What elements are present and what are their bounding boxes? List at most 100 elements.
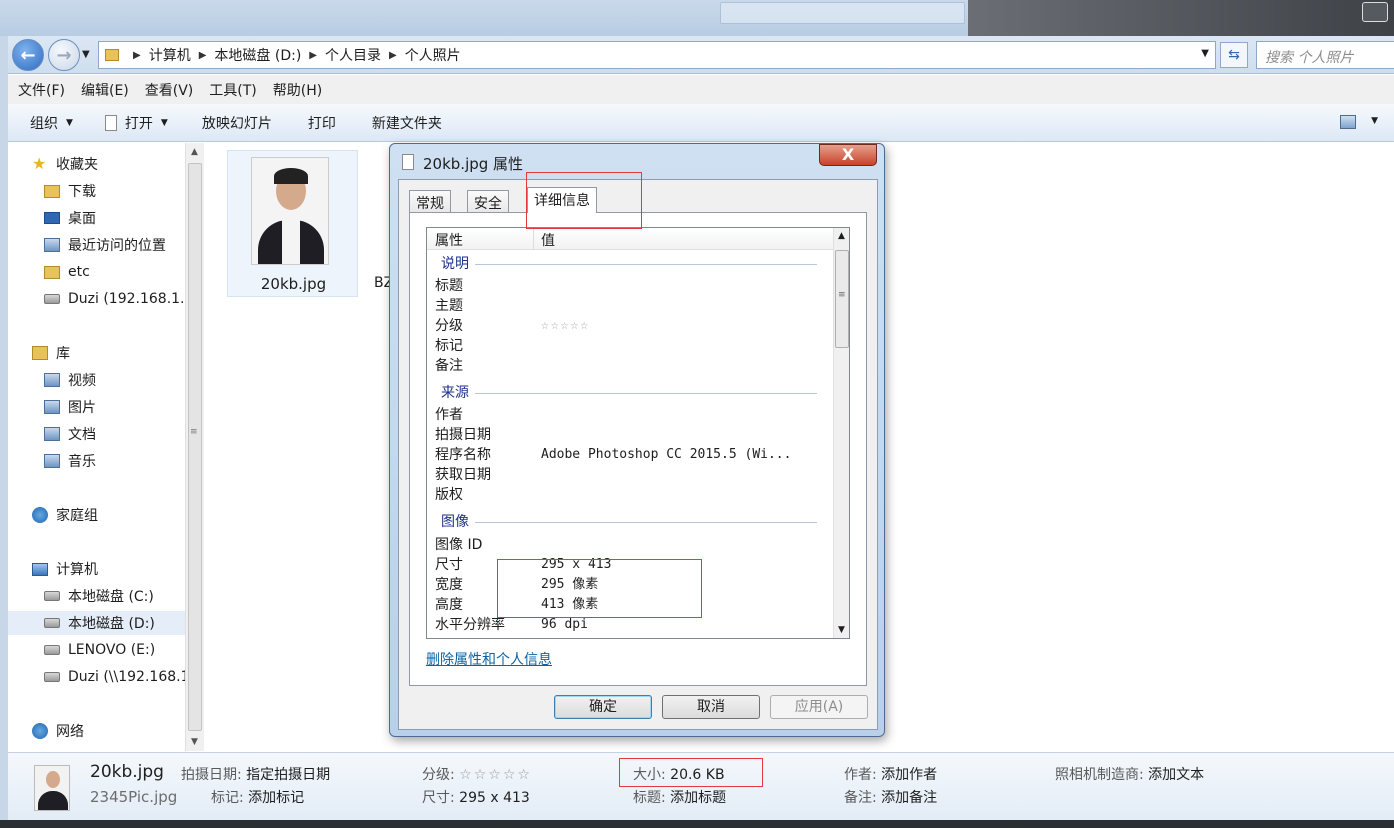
property-list-scrollbar[interactable]: ▲ ≡ ▼ xyxy=(833,228,849,638)
row-title[interactable]: 标题 xyxy=(435,276,463,296)
network-drive-icon xyxy=(44,672,60,682)
scroll-up-icon[interactable]: ▲ xyxy=(191,147,198,157)
sidebar-item-favorites[interactable]: ★ 收藏夹 xyxy=(32,152,209,176)
new-folder-button[interactable]: 新建文件夹 xyxy=(372,113,442,133)
details-author-value[interactable]: 添加作者 xyxy=(881,767,937,783)
scroll-down-icon[interactable]: ▼ xyxy=(838,625,845,635)
row-rating[interactable]: 分级 xyxy=(435,316,463,336)
menu-file[interactable]: 文件(F) xyxy=(18,80,65,100)
search-input[interactable]: 搜索 个人照片 xyxy=(1256,41,1394,69)
row-dimensions[interactable]: 尺寸 xyxy=(435,555,463,575)
details-camera-maker-value[interactable]: 添加文本 xyxy=(1148,767,1204,783)
print-button[interactable]: 打印 xyxy=(308,113,336,133)
breadcrumb-personal-dir[interactable]: 个人目录 xyxy=(325,45,381,65)
file-name: 20kb.jpg xyxy=(260,275,327,293)
sidebar-item-libraries[interactable]: 库 xyxy=(32,341,209,365)
row-height[interactable]: 高度 xyxy=(435,595,463,615)
menu-bar: 文件(F) 编辑(E) 查看(V) 工具(T) 帮助(H) xyxy=(8,75,1394,104)
address-dropdown-icon[interactable]: ▼ xyxy=(1201,48,1209,59)
row-dimensions-value: 295 x 413 xyxy=(541,557,612,572)
change-view-icon[interactable] xyxy=(1340,115,1356,129)
row-date-acquired[interactable]: 获取日期 xyxy=(435,465,491,485)
sidebar-item-drive-d[interactable]: 本地磁盘 (D:) xyxy=(8,611,185,635)
breadcrumb-drive-d[interactable]: 本地磁盘 (D:) xyxy=(214,45,301,65)
row-horizontal-resolution[interactable]: 水平分辨率 xyxy=(435,615,505,635)
chevron-right-icon[interactable]: ▶ xyxy=(389,50,397,61)
scroll-up-icon[interactable]: ▲ xyxy=(838,231,845,241)
open-button[interactable]: 打开 ▼ xyxy=(104,113,168,133)
details-label: 大小: xyxy=(633,767,666,783)
details-title-value[interactable]: 添加标题 xyxy=(670,790,726,806)
tab-details[interactable]: 详细信息 xyxy=(527,187,597,213)
homegroup-icon xyxy=(32,507,48,523)
rating-stars-icon[interactable]: ☆☆☆☆☆ xyxy=(541,316,590,336)
library-icon xyxy=(32,346,48,360)
sidebar-item-homegroup[interactable]: 家庭组 xyxy=(32,503,209,527)
cancel-button[interactable]: 取消 xyxy=(662,695,760,719)
drive-icon xyxy=(44,645,60,655)
details-label: 尺寸: xyxy=(422,790,455,806)
forward-button[interactable]: → xyxy=(48,39,80,71)
menu-edit[interactable]: 编辑(E) xyxy=(81,80,129,100)
details-author: 作者: 添加作者 xyxy=(844,764,937,784)
row-copyright[interactable]: 版权 xyxy=(435,485,463,505)
row-subject[interactable]: 主题 xyxy=(435,296,463,316)
desktop-icon xyxy=(44,212,60,224)
column-header-value[interactable]: 值 xyxy=(541,230,555,250)
details-rating: 分级: ☆☆☆☆☆ xyxy=(422,764,532,784)
row-program[interactable]: 程序名称 xyxy=(435,445,491,465)
row-width[interactable]: 宽度 xyxy=(435,575,463,595)
row-authors[interactable]: 作者 xyxy=(435,405,463,425)
recent-pages-dropdown-icon[interactable]: ▼ xyxy=(82,49,90,60)
tab-security[interactable]: 安全 xyxy=(467,190,509,212)
remove-properties-link[interactable]: 删除属性和个人信息 xyxy=(426,649,552,669)
scroll-grip-icon: ≡ xyxy=(838,290,846,300)
network-drive-icon xyxy=(44,294,60,304)
sidebar-item-label: 桌面 xyxy=(68,211,96,227)
organize-button[interactable]: 组织 ▼ xyxy=(30,113,73,133)
video-library-icon xyxy=(44,373,60,387)
details-label: 作者: xyxy=(844,767,877,783)
details-tags: 标记: 添加标记 xyxy=(211,787,304,807)
menu-help[interactable]: 帮助(H) xyxy=(273,80,322,100)
details-tags-value[interactable]: 添加标记 xyxy=(248,790,304,806)
scroll-down-icon[interactable]: ▼ xyxy=(191,737,198,747)
sidebar-item-label: 视频 xyxy=(68,373,96,389)
apply-button[interactable]: 应用(A) xyxy=(770,695,868,719)
scrollbar-thumb[interactable] xyxy=(188,163,202,731)
menu-view[interactable]: 查看(V) xyxy=(145,80,194,100)
property-list[interactable]: 属性 值 说明 标题 主题 分级 ☆☆☆☆☆ 标记 备注 来源 作者 拍摄日期 … xyxy=(426,227,850,639)
photo-hair xyxy=(274,168,308,184)
chevron-right-icon[interactable]: ▶ xyxy=(309,50,317,61)
picture-library-icon xyxy=(44,400,60,414)
breadcrumb-computer[interactable]: 计算机 xyxy=(149,45,191,65)
row-date-taken[interactable]: 拍摄日期 xyxy=(435,425,491,445)
column-header-property[interactable]: 属性 xyxy=(435,230,463,250)
row-tags[interactable]: 标记 xyxy=(435,336,463,356)
sidebar-item-network[interactable]: 网络 xyxy=(32,719,209,743)
row-comments[interactable]: 备注 xyxy=(435,356,463,376)
file-item-20kb[interactable]: 20kb.jpg xyxy=(227,150,358,297)
chevron-down-icon[interactable]: ▼ xyxy=(1371,116,1378,126)
sidebar-item-computer[interactable]: 计算机 xyxy=(32,557,209,581)
menu-tools[interactable]: 工具(T) xyxy=(209,80,256,100)
music-library-icon xyxy=(44,454,60,468)
rating-stars-icon[interactable]: ☆☆☆☆☆ xyxy=(459,767,532,783)
chevron-right-icon[interactable]: ▶ xyxy=(133,50,141,61)
tab-general[interactable]: 常规 xyxy=(409,190,451,212)
ok-button[interactable]: 确定 xyxy=(554,695,652,719)
details-size-value: 20.6 KB xyxy=(670,767,725,783)
row-image-id[interactable]: 图像 ID xyxy=(435,535,482,555)
photo-suit xyxy=(38,791,68,810)
navigation-scrollbar[interactable]: ▲ ≡ ▼ xyxy=(185,143,204,751)
address-box[interactable]: ▶ 计算机 ▶ 本地磁盘 (D:) ▶ 个人目录 ▶ 个人照片 ▼ xyxy=(98,41,1216,69)
chevron-right-icon[interactable]: ▶ xyxy=(199,50,207,61)
details-date-taken-value[interactable]: 指定拍摄日期 xyxy=(246,767,330,783)
back-button[interactable]: ← xyxy=(12,39,44,71)
refresh-button[interactable]: ⇆ xyxy=(1220,42,1248,68)
close-button[interactable]: X xyxy=(819,144,877,166)
details-comments-value[interactable]: 添加备注 xyxy=(881,790,937,806)
column-divider[interactable] xyxy=(533,228,534,250)
breadcrumb-personal-photos[interactable]: 个人照片 xyxy=(405,45,461,65)
slideshow-button[interactable]: 放映幻灯片 xyxy=(202,113,272,133)
